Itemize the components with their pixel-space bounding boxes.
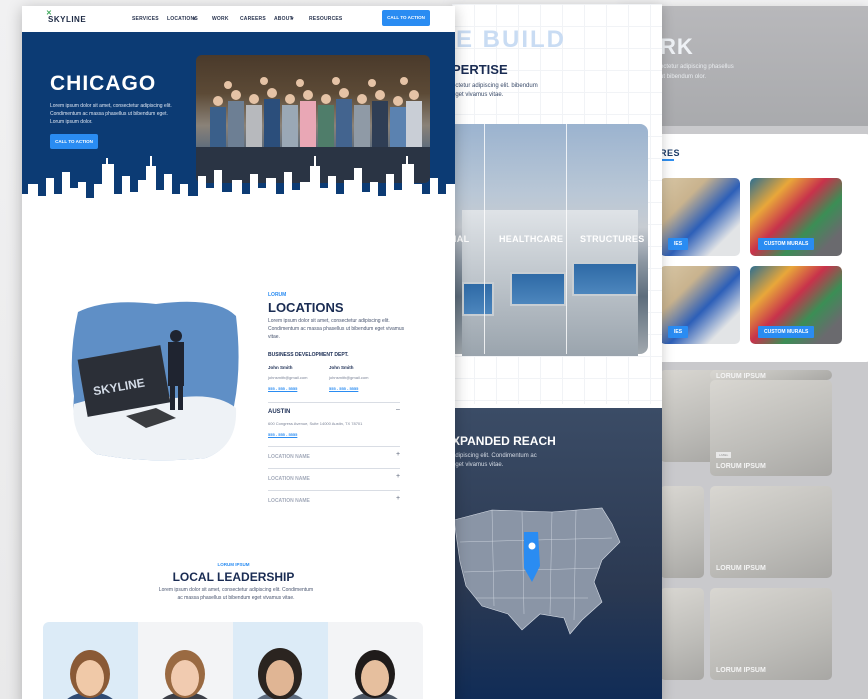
accordion-austin-title[interactable]: AUSTIN (268, 409, 290, 415)
gallery-tile-label: LORUM IPSUM (716, 565, 766, 572)
hero-cta-button[interactable]: CALL TO ACTION (50, 134, 98, 149)
contact-name: John Smith (329, 365, 354, 370)
nav-about[interactable]: ABOUT (274, 16, 293, 22)
contact-phone[interactable]: 555 - 555 - 5555 (329, 386, 358, 391)
gallery-chip: LABEL (716, 452, 732, 458)
leader-card[interactable] (138, 622, 233, 699)
gallery-tile[interactable] (660, 486, 704, 578)
top-nav: ✕ SKYLINE SERVICES LOCATIONS ▾ WORK CARE… (22, 6, 455, 32)
gallery-tile-label: LORUM IPSUM (716, 463, 766, 470)
gallery-tile[interactable]: LORUM IPSUM (710, 588, 832, 680)
feature-tile-badge: IES (668, 238, 689, 250)
build-heading: E BUILD (456, 26, 566, 53)
leadership-text: Lorem ipsum dolor sit amet, consectetur … (158, 587, 314, 601)
features-heading-rule (660, 159, 674, 161)
accordion-divider (268, 446, 400, 447)
locations-text: Lorem ipsum dolor sit amet, consectetur … (268, 318, 405, 340)
expand-icon[interactable]: + (396, 473, 400, 480)
category-label[interactable]: HEALTHCARE (499, 234, 563, 244)
contact-email[interactable]: johnsmith@gmail.com (268, 375, 307, 380)
feature-tile[interactable]: IES (660, 266, 740, 344)
flag-photo: SKYLINE (71, 301, 239, 461)
leader-portrait (257, 648, 303, 699)
category-label[interactable]: IAL (454, 234, 469, 244)
contact-name: John Smith (268, 365, 293, 370)
chevron-down-icon: ▾ (193, 16, 196, 22)
feature-tile[interactable]: IES (660, 178, 740, 256)
feature-tile-badge: CUSTOM MURALS (758, 326, 815, 338)
hero-text: Lorem ipsum dolor sit amet, consectetur … (50, 103, 172, 125)
expertise-heading: PERTISE (452, 62, 508, 77)
leader-portrait (352, 650, 398, 699)
feature-tile[interactable]: CUSTOM MURALS (750, 266, 842, 344)
nav-work[interactable]: WORK (212, 16, 229, 22)
leader-card[interactable] (328, 622, 423, 699)
feature-tile-badge: IES (668, 326, 689, 338)
work-hero-title: RK (660, 34, 694, 59)
contact-email[interactable]: johnsmith@gmail.com (329, 375, 368, 380)
accordion-divider (268, 468, 400, 469)
nav-services[interactable]: SERVICES (132, 16, 159, 22)
leader-portrait (162, 650, 208, 699)
nav-resources[interactable]: RESOURCES (309, 16, 342, 22)
collapse-icon[interactable]: – (396, 406, 400, 413)
nav-careers[interactable]: CAREERS (240, 16, 266, 22)
leader-card[interactable] (233, 622, 328, 699)
austin-phone[interactable]: 555 - 555 - 5555 (268, 432, 297, 437)
accordion-location[interactable]: LOCATION NAME (268, 454, 310, 460)
us-map (453, 507, 621, 635)
gallery-tile-label: LORUM IPSUM (716, 667, 766, 674)
category-divider (566, 124, 567, 354)
locations-title: LOCATIONS (268, 300, 344, 315)
leader-portrait (67, 650, 113, 699)
features-heading: RES (660, 148, 681, 158)
feature-tile-badge: CUSTOM MURALS (758, 238, 815, 250)
expand-icon[interactable]: + (396, 495, 400, 502)
accordion-location[interactable]: LOCATION NAME (268, 476, 310, 482)
services-page-panel: E BUILD PERTISE ectetur adipiscing elit.… (452, 4, 662, 699)
leader-card[interactable] (43, 622, 138, 699)
contact-phone[interactable]: 555 - 555 - 5555 (268, 386, 297, 391)
locations-eyebrow: LORUM (268, 292, 287, 298)
gallery-tile[interactable] (660, 588, 704, 680)
reach-text: adipiscing elit. Condimentum ac eget viv… (452, 453, 537, 468)
accordion-divider (268, 402, 400, 403)
skyline-silhouette (22, 156, 455, 246)
bd-heading: BUSINESS DEVELOPMENT DEPT. (268, 352, 349, 358)
leadership-team (43, 622, 423, 699)
reach-heading: XPANDED REACH (452, 434, 556, 448)
logo[interactable]: SKYLINE (48, 15, 86, 24)
chicago-page-panel: ✕ SKYLINE SERVICES LOCATIONS ▾ WORK CARE… (22, 6, 455, 699)
accordion-divider (268, 490, 400, 491)
expertise-text: ectetur adipiscing elit. bibendum eget v… (452, 83, 538, 98)
gallery-tile[interactable]: LABEL LORUM IPSUM (710, 380, 832, 476)
expand-icon[interactable]: + (396, 451, 400, 458)
leadership-eyebrow: LORUM IPSUM (217, 562, 250, 567)
category-label[interactable]: STRUCTURES (580, 234, 645, 244)
austin-address: 600 Congress Avenue, Suite 14000 Austin,… (268, 421, 363, 426)
feature-tile[interactable]: CUSTOM MURALS (750, 178, 842, 256)
gallery-tile-label: LORUM IPSUM (716, 373, 766, 380)
map-pin-icon (528, 542, 536, 550)
gallery-tile[interactable]: LORUM IPSUM (710, 486, 832, 578)
building-window (510, 272, 566, 306)
accordion-location[interactable]: LOCATION NAME (268, 498, 310, 504)
gallery-tile-strip: LORUM IPSUM (710, 370, 832, 380)
building-window (572, 262, 638, 296)
nav-cta-button[interactable]: CALL TO ACTION (382, 10, 430, 26)
work-hero-text: ectetur adipiscing phasellus ut bibendum… (660, 64, 734, 80)
category-divider (484, 124, 485, 354)
hero-title: CHICAGO (50, 72, 157, 95)
building-window (462, 282, 494, 316)
leadership-title: LOCAL LEADERSHIP (172, 570, 295, 584)
chevron-down-icon: ▾ (291, 16, 294, 22)
mockup-stage: RK ectetur adipiscing phasellus ut biben… (0, 0, 868, 699)
